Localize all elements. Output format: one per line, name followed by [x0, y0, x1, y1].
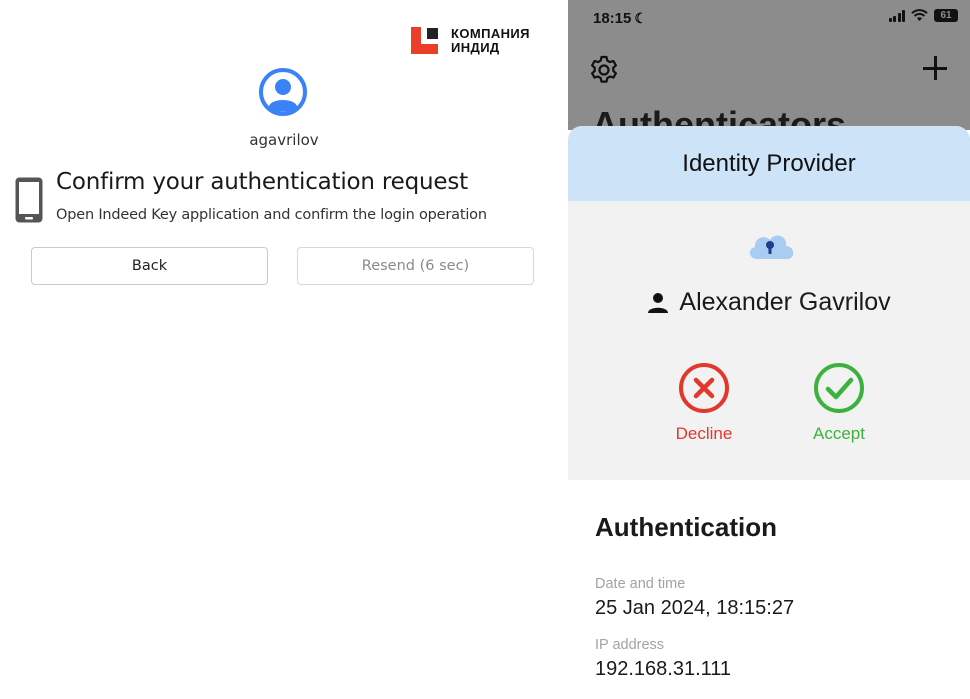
- web-auth-panel: КОМПАНИЯ ИНДИД agavrilov Confirm your au…: [0, 0, 568, 699]
- resend-button[interactable]: Resend (6 sec): [297, 247, 534, 285]
- details-section-title: Authentication: [595, 512, 777, 542]
- user-avatar-icon: [259, 68, 307, 116]
- accept-check-icon: [814, 363, 864, 413]
- mobile-phone-icon: [15, 177, 43, 223]
- status-bar-time: 18:15 ☾: [593, 10, 647, 27]
- status-time-text: 18:15: [593, 10, 632, 27]
- back-button[interactable]: Back: [31, 247, 268, 285]
- mobile-app-screen: 18:15 ☾ 61 Authenticators Identity Provid…: [568, 0, 970, 699]
- page-subtitle: Open Indeed Key application and confirm …: [56, 207, 487, 223]
- brand-logo-icon: [411, 27, 438, 54]
- settings-gear-icon[interactable]: [588, 54, 620, 86]
- decline-label: Decline: [675, 424, 733, 443]
- wifi-icon: [911, 9, 928, 21]
- sheet-header: Identity Provider: [568, 126, 970, 201]
- brand: КОМПАНИЯ ИНДИД: [411, 27, 530, 55]
- add-authenticator-icon[interactable]: [922, 55, 948, 81]
- user-full-name: Alexander Gavrilov: [679, 288, 891, 316]
- ip-label: IP address: [595, 637, 665, 653]
- app-background-header: 18:15 ☾ 61 Authenticators: [568, 0, 970, 145]
- cloud-key-icon: [749, 235, 794, 259]
- decline-button[interactable]: Decline: [664, 362, 744, 444]
- accept-button[interactable]: Accept: [799, 362, 879, 444]
- battery-icon: 61: [934, 9, 958, 22]
- date-value: 25 Jan 2024, 18:15:27: [595, 597, 795, 619]
- ip-value: 192.168.31.111: [595, 658, 732, 680]
- accept-label: Accept: [813, 424, 865, 443]
- person-icon: [648, 292, 669, 313]
- user-row: Alexander Gavrilov: [568, 288, 970, 317]
- date-label: Date and time: [595, 576, 686, 592]
- signal-icon: [888, 9, 905, 22]
- moon-icon: ☾: [634, 10, 647, 26]
- page-title: Confirm your authentication request: [56, 169, 468, 195]
- auth-request-sheet: Identity Provider Alexander Gavrilov Dec…: [568, 126, 970, 480]
- username: agavrilov: [249, 131, 319, 149]
- brand-name: КОМПАНИЯ ИНДИД: [451, 27, 530, 55]
- decline-x-icon: [679, 363, 729, 413]
- brand-name-line1: КОМПАНИЯ: [451, 26, 530, 41]
- brand-name-line2: ИНДИД: [451, 40, 500, 55]
- status-bar-indicators: 61: [888, 9, 958, 22]
